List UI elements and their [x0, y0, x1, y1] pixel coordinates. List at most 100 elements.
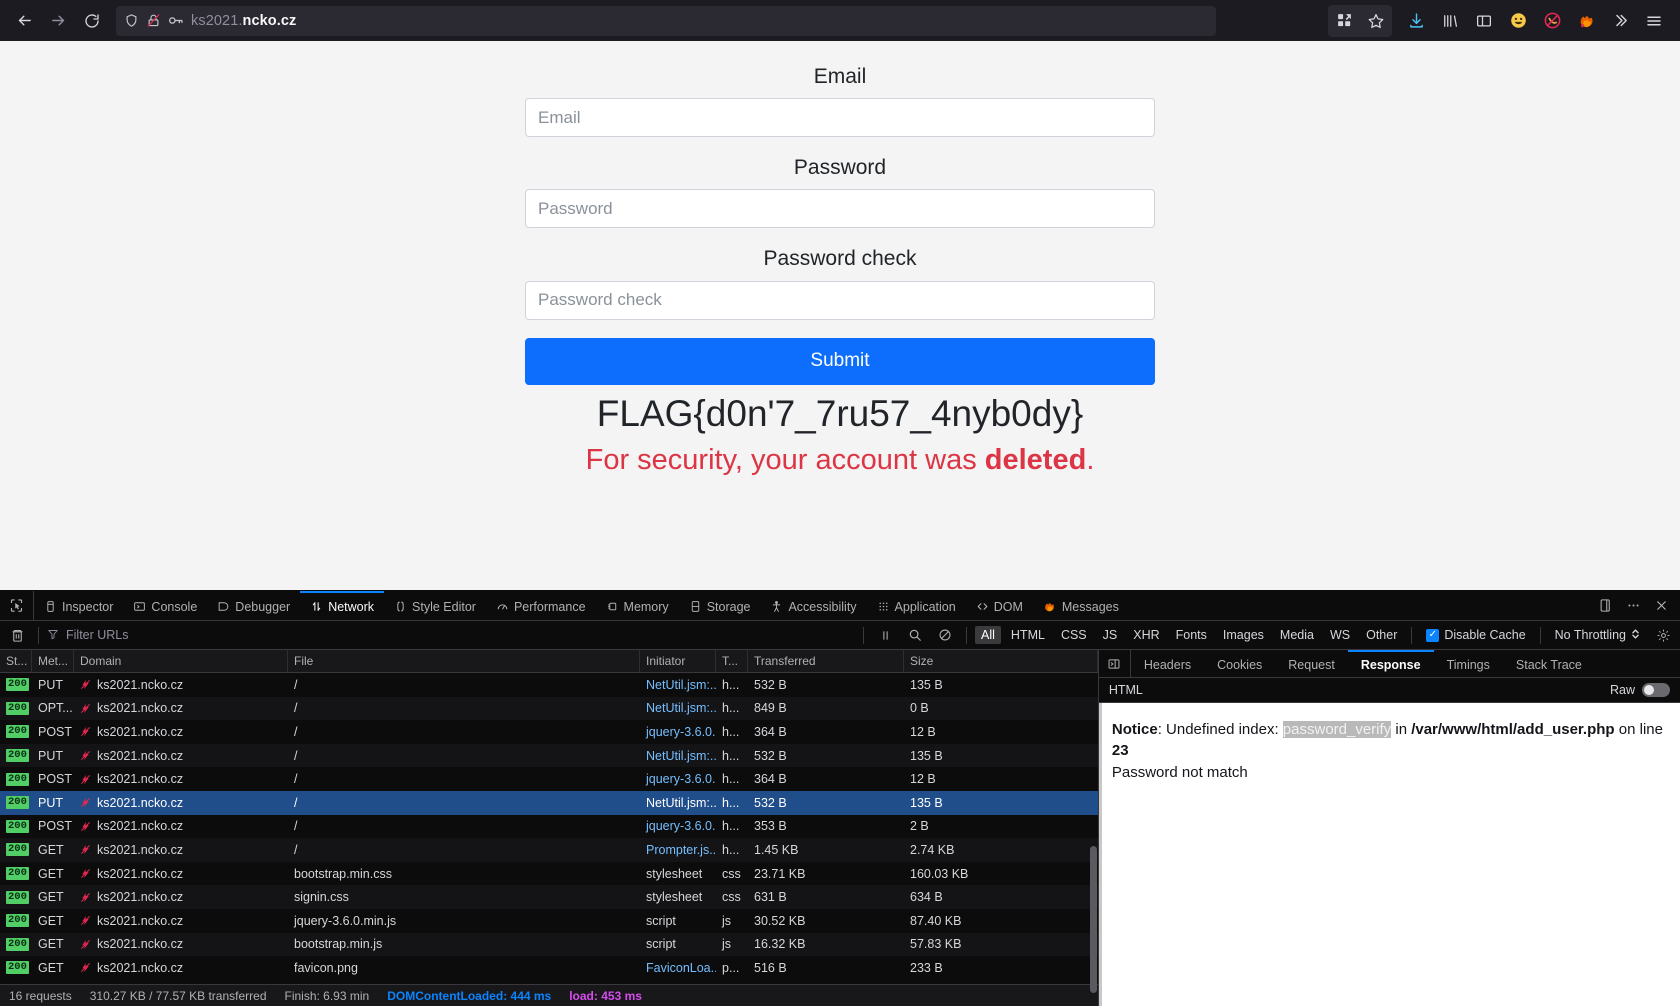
- status-transferred: 310.27 KB / 77.57 KB transferred: [89, 988, 267, 1003]
- forward-button[interactable]: [42, 5, 74, 37]
- email-input[interactable]: [525, 98, 1155, 138]
- tab-dom[interactable]: DOM: [966, 591, 1033, 620]
- tab-application[interactable]: Application: [867, 591, 966, 620]
- type-filter-css[interactable]: CSS: [1055, 626, 1093, 644]
- column-header-size[interactable]: Size: [904, 650, 1098, 672]
- no-lock-icon[interactable]: [146, 12, 161, 29]
- tab-storage[interactable]: Storage: [679, 591, 761, 620]
- column-header-file[interactable]: File: [288, 650, 640, 672]
- network-request-row[interactable]: 200 GET ks2021.ncko.cz signin.css stylesheet…: [0, 885, 1098, 909]
- trash-icon[interactable]: [4, 622, 30, 648]
- pocket-icon[interactable]: [1536, 5, 1568, 37]
- detail-tab-cookies[interactable]: Cookies: [1204, 650, 1275, 677]
- close-icon[interactable]: [1648, 593, 1674, 619]
- tab-dom-label: DOM: [993, 599, 1023, 614]
- tab-performance[interactable]: Performance: [486, 591, 596, 620]
- tab-accessibility[interactable]: Accessibility: [760, 591, 866, 620]
- firefox-account-icon[interactable]: [1570, 5, 1602, 37]
- tab-debugger[interactable]: Debugger: [207, 591, 300, 620]
- network-request-row[interactable]: 200 POST ks2021.ncko.cz / jquery-3.6.0... h..…: [0, 767, 1098, 791]
- overflow-chevrons-icon[interactable]: [1604, 5, 1636, 37]
- filter-urls-field[interactable]: [47, 627, 855, 643]
- detail-tab-stack-trace[interactable]: Stack Trace: [1503, 650, 1595, 677]
- disable-cache-checkbox[interactable]: ✓ Disable Cache: [1420, 628, 1531, 642]
- network-request-row[interactable]: 200 PUT ks2021.ncko.cz / NetUtil.jsm:... h...…: [0, 673, 1098, 697]
- filter-urls-input[interactable]: [64, 627, 855, 643]
- password-check-input[interactable]: [525, 280, 1155, 320]
- shield-icon[interactable]: [124, 13, 139, 28]
- extensions-icon[interactable]: [1328, 5, 1360, 37]
- dock-layout-icon[interactable]: [1592, 593, 1618, 619]
- gear-icon[interactable]: [1650, 622, 1676, 648]
- type-filter-js[interactable]: JS: [1097, 626, 1124, 644]
- type-filter-ws[interactable]: WS: [1324, 626, 1356, 644]
- detail-tab-request[interactable]: Request: [1275, 650, 1348, 677]
- scrollbar-thumb[interactable]: [1089, 846, 1097, 993]
- type-filter-images[interactable]: Images: [1217, 626, 1270, 644]
- network-request-row[interactable]: 200 GET ks2021.ncko.cz / Prompter.js... h... 1…: [0, 838, 1098, 862]
- password-input[interactable]: [525, 189, 1155, 229]
- address-bar[interactable]: ks2021.ncko.cz: [116, 5, 1216, 36]
- security-notice-suffix: .: [1086, 443, 1095, 476]
- tab-messages[interactable]: Messages: [1033, 591, 1129, 620]
- network-request-row[interactable]: 200 GET ks2021.ncko.cz bootstrap.min.js scri…: [0, 932, 1098, 957]
- tab-inspector[interactable]: Inspector: [34, 591, 123, 620]
- column-header-initiator[interactable]: Initiator: [640, 650, 716, 672]
- security-notice-prefix: For security, your account was: [585, 443, 985, 476]
- network-request-row[interactable]: 200 POST ks2021.ncko.cz / jquery-3.6.0... h..…: [0, 720, 1098, 744]
- network-request-row[interactable]: 200 GET ks2021.ncko.cz bootstrap.min.css sty…: [0, 862, 1098, 886]
- sidebar-icon[interactable]: [1468, 5, 1500, 37]
- network-request-row[interactable]: 200 PUT ks2021.ncko.cz / NetUtil.jsm:... h...…: [0, 790, 1098, 815]
- column-header-transferred[interactable]: Transferred: [748, 650, 904, 672]
- tab-style-editor[interactable]: Style Editor: [384, 591, 486, 620]
- detail-tab-headers[interactable]: Headers: [1131, 650, 1204, 677]
- network-request-row[interactable]: 200 GET ks2021.ncko.cz favicon.png FaviconLo…: [0, 956, 1098, 980]
- meatball-menu-icon[interactable]: [1620, 593, 1646, 619]
- tab-memory[interactable]: Memory: [596, 591, 679, 620]
- network-request-row[interactable]: 200 GET ks2021.ncko.cz jquery-3.6.0.min.js s…: [0, 909, 1098, 933]
- network-request-row[interactable]: 200 PUT ks2021.ncko.cz / NetUtil.jsm:... h...…: [0, 743, 1098, 768]
- type-filter-other[interactable]: Other: [1360, 626, 1403, 644]
- cell-method: OPT...: [38, 701, 73, 716]
- network-request-row[interactable]: 200 OPT... ks2021.ncko.cz / NetUtil.jsm:... h…: [0, 696, 1098, 721]
- detail-tab-response[interactable]: Response: [1347, 650, 1434, 677]
- download-icon[interactable]: [1400, 5, 1432, 37]
- key-icon[interactable]: [168, 14, 184, 27]
- library-icon[interactable]: [1434, 5, 1466, 37]
- raw-toggle-switch[interactable]: [1642, 683, 1670, 697]
- cell-method: POST: [38, 724, 73, 739]
- network-request-row[interactable]: 200 POST ks2021.ncko.cz / jquery-3.6.0... h..…: [0, 815, 1098, 839]
- cell-type: p...: [722, 960, 740, 975]
- type-filter-all[interactable]: All: [975, 626, 1001, 644]
- collapse-panel-icon[interactable]: [1099, 650, 1131, 677]
- cell-initiator: script: [646, 937, 676, 952]
- tab-console[interactable]: Console: [123, 591, 207, 620]
- pause-icon[interactable]: [872, 622, 898, 648]
- cell-status: 200: [0, 815, 32, 839]
- reload-button[interactable]: [76, 5, 108, 37]
- cell-transferred: 353 B: [754, 819, 787, 834]
- search-icon[interactable]: [902, 622, 928, 648]
- network-list-scrollbar[interactable]: [1089, 673, 1097, 1006]
- smiley-icon[interactable]: [1502, 5, 1534, 37]
- raw-toggle[interactable]: Raw: [1610, 683, 1670, 697]
- throttling-select[interactable]: No Throttling: [1549, 628, 1646, 643]
- element-picker-icon[interactable]: [0, 591, 34, 620]
- submit-button[interactable]: Submit: [525, 337, 1155, 385]
- column-header-method[interactable]: Met...: [32, 650, 74, 672]
- tab-network[interactable]: Network: [300, 591, 385, 620]
- dom-icon: [976, 600, 989, 613]
- hamburger-menu-icon[interactable]: [1638, 5, 1670, 37]
- type-filter-media[interactable]: Media: [1274, 626, 1320, 644]
- chevron-updown-icon: [1631, 628, 1640, 643]
- block-icon[interactable]: [932, 622, 958, 648]
- detail-tab-timings[interactable]: Timings: [1434, 650, 1503, 677]
- type-filter-xhr[interactable]: XHR: [1127, 626, 1165, 644]
- type-filter-html[interactable]: HTML: [1005, 626, 1051, 644]
- column-header-status[interactable]: St...: [0, 650, 32, 672]
- column-header-type[interactable]: T...: [716, 650, 748, 672]
- back-button[interactable]: [8, 5, 40, 37]
- type-filter-fonts[interactable]: Fonts: [1170, 626, 1213, 644]
- column-header-domain[interactable]: Domain: [74, 650, 288, 672]
- bookmark-star-icon[interactable]: [1360, 5, 1392, 37]
